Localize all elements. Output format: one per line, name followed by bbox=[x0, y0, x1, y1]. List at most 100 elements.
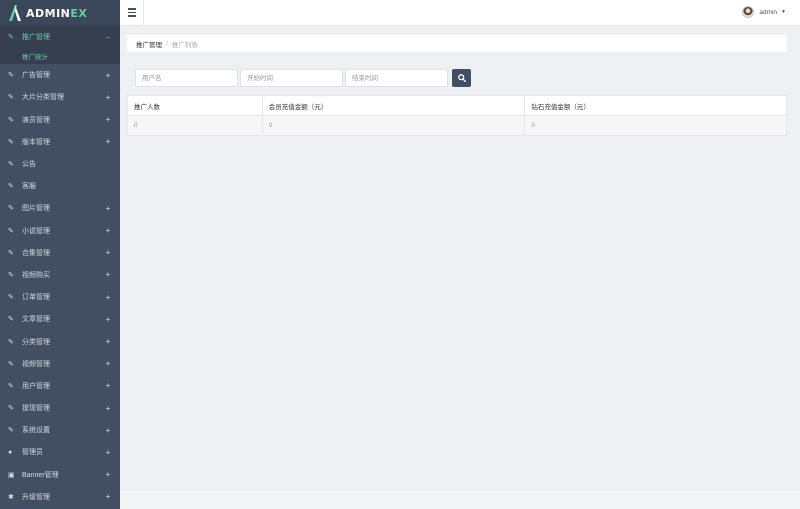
sidebar-item[interactable]: ✎ 大片分类管理 + bbox=[0, 86, 120, 108]
expand-icon: + bbox=[105, 359, 111, 369]
sidebar-item[interactable]: ✎ 公告 bbox=[0, 153, 120, 175]
sidebar-item-label: 演员管理 bbox=[22, 116, 50, 124]
sidebar-item[interactable]: ✎ 客服 bbox=[0, 175, 120, 197]
edit-icon: ✎ bbox=[8, 382, 14, 390]
expand-icon: + bbox=[105, 381, 111, 391]
column-header: 会员充值金额（元） bbox=[261, 95, 526, 116]
table-cell: 0 bbox=[261, 115, 526, 136]
logo[interactable]: ADMINEX bbox=[0, 0, 120, 26]
sidebar-item-label: Banner管理 bbox=[22, 471, 59, 479]
edit-icon: ✎ bbox=[8, 249, 14, 257]
expand-icon: + bbox=[105, 337, 111, 347]
edit-icon: ✎ bbox=[8, 183, 14, 191]
expand-icon: + bbox=[105, 270, 111, 280]
table-row: 0 0 0 bbox=[127, 115, 787, 136]
sidebar-item-label: 合集管理 bbox=[22, 249, 50, 257]
sidebar-item[interactable]: ✎ 提现管理 + bbox=[0, 397, 120, 419]
collapse-icon: − bbox=[105, 32, 111, 42]
sidebar-item-label: 大片分类管理 bbox=[22, 94, 64, 102]
sidebar-item-label: 订单管理 bbox=[22, 294, 50, 302]
sidebar-item[interactable]: ✎ 广告管理 + bbox=[0, 64, 120, 86]
edit-icon: ✎ bbox=[8, 34, 14, 42]
sidebar-item[interactable]: ✎ 系统设置 + bbox=[0, 419, 120, 441]
column-header: 推广人数 bbox=[127, 95, 263, 116]
sidebar-item[interactable]: ✎ 分类管理 + bbox=[0, 330, 120, 352]
end-time-input[interactable] bbox=[345, 69, 448, 87]
edit-icon: ✎ bbox=[8, 405, 14, 413]
submenu-item-label: 推广统计 bbox=[22, 54, 48, 62]
sidebar-item[interactable]: ✎ 订单管理 + bbox=[0, 286, 120, 308]
sidebar-item[interactable]: ✎ 视频管理 + bbox=[0, 353, 120, 375]
sidebar-item[interactable]: ✎ 推广管理 − bbox=[0, 26, 120, 49]
start-time-input[interactable] bbox=[240, 69, 343, 87]
edit-icon: ✎ bbox=[8, 94, 14, 102]
expand-icon: + bbox=[105, 137, 111, 147]
edit-icon: ✎ bbox=[8, 205, 14, 213]
sidebar-item-label: 版本管理 bbox=[22, 138, 50, 146]
table-cell: 0 bbox=[127, 115, 263, 136]
breadcrumb-home[interactable]: 推广管理 bbox=[136, 39, 162, 49]
sidebar-item[interactable]: ✎ 合集管理 + bbox=[0, 242, 120, 264]
sidebar-item-label: 推广管理 bbox=[22, 34, 50, 42]
sidebar: ADMINEX ✎ 推广管理 − 推广统计 ✎ 广告管理 + ✎ 大片分类管理 + ✎ 演员管理 + ✎ 版… bbox=[0, 0, 120, 509]
expand-icon: + bbox=[105, 425, 111, 435]
edit-icon: ✎ bbox=[8, 72, 14, 80]
sidebar-item[interactable]: ✎ 小说管理 + bbox=[0, 220, 120, 242]
sidebar-item[interactable]: ✎ 版本管理 + bbox=[0, 131, 120, 153]
sidebar-item-label: 系统设置 bbox=[22, 427, 50, 435]
sidebar-item-label: 小说管理 bbox=[22, 227, 50, 235]
user-icon: ● bbox=[8, 448, 13, 456]
edit-icon: ✎ bbox=[8, 338, 14, 346]
edit-icon: ✎ bbox=[8, 227, 14, 235]
column-header: 钻石充值金额（元） bbox=[524, 95, 787, 116]
expand-icon: + bbox=[105, 115, 111, 125]
sidebar-item[interactable]: ✎ 视频购买 + bbox=[0, 264, 120, 286]
promotion-table: 推广人数 会员充值金额（元） 钻石充值金额（元） 0 0 0 bbox=[127, 95, 787, 136]
sidebar-item[interactable]: ✱ 升级管理 + bbox=[0, 486, 120, 508]
sidebar-item[interactable]: ● 管理员 + bbox=[0, 441, 120, 463]
breadcrumb-separator: / bbox=[166, 40, 168, 47]
table-cell: 0 bbox=[524, 115, 787, 136]
sidebar-item[interactable]: ▣ Banner管理 + bbox=[0, 464, 120, 486]
sidebar-item-label: 文章管理 bbox=[22, 316, 50, 324]
expand-icon: + bbox=[105, 92, 111, 102]
search-icon bbox=[457, 74, 466, 82]
expand-icon: + bbox=[105, 248, 111, 258]
sidebar-item-label: 升级管理 bbox=[22, 493, 50, 501]
sidebar-item-label: 广告管理 bbox=[22, 72, 50, 80]
sidebar-item[interactable]: ✎ 图片管理 + bbox=[0, 197, 120, 219]
gear-icon: ✱ bbox=[8, 493, 14, 501]
sidebar-item-label: 提现管理 bbox=[22, 405, 50, 413]
user-menu[interactable]: admin ▼ bbox=[742, 6, 786, 18]
sidebar-item-label: 客服 bbox=[22, 183, 36, 191]
search-form bbox=[135, 69, 471, 87]
username-input[interactable] bbox=[135, 69, 238, 87]
logo-icon bbox=[9, 5, 21, 21]
image-icon: ▣ bbox=[8, 471, 15, 479]
breadcrumb: 推广管理 / 推广列表 bbox=[127, 35, 787, 52]
sidebar-item[interactable]: ✎ 用户管理 + bbox=[0, 375, 120, 397]
expand-icon: + bbox=[105, 226, 111, 236]
sidebar-item-label: 公告 bbox=[22, 161, 36, 169]
sidebar-item-label: 视频管理 bbox=[22, 360, 50, 368]
edit-icon: ✎ bbox=[8, 294, 14, 302]
avatar bbox=[742, 6, 755, 18]
logo-text: ADMINEX bbox=[26, 6, 88, 20]
menu-toggle-icon[interactable] bbox=[120, 0, 144, 26]
breadcrumb-current: 推广列表 bbox=[171, 41, 198, 49]
expand-icon: + bbox=[105, 292, 111, 302]
expand-icon: + bbox=[105, 470, 111, 480]
sidebar-item[interactable]: ✎ 文章管理 + bbox=[0, 308, 120, 330]
search-button[interactable] bbox=[452, 69, 471, 87]
submenu-item[interactable]: 推广统计 bbox=[0, 48, 120, 65]
sidebar-item-label: 管理员 bbox=[22, 449, 43, 457]
sidebar-item-label: 视频购买 bbox=[22, 271, 50, 279]
chevron-down-icon: ▼ bbox=[781, 9, 786, 15]
edit-icon: ✎ bbox=[8, 138, 14, 146]
expand-icon: + bbox=[105, 203, 111, 213]
sidebar-item-label: 用户管理 bbox=[22, 382, 50, 390]
expand-icon: + bbox=[105, 314, 111, 324]
edit-icon: ✎ bbox=[8, 161, 14, 169]
sidebar-item[interactable]: ✎ 演员管理 + bbox=[0, 109, 120, 131]
expand-icon: + bbox=[105, 447, 111, 457]
